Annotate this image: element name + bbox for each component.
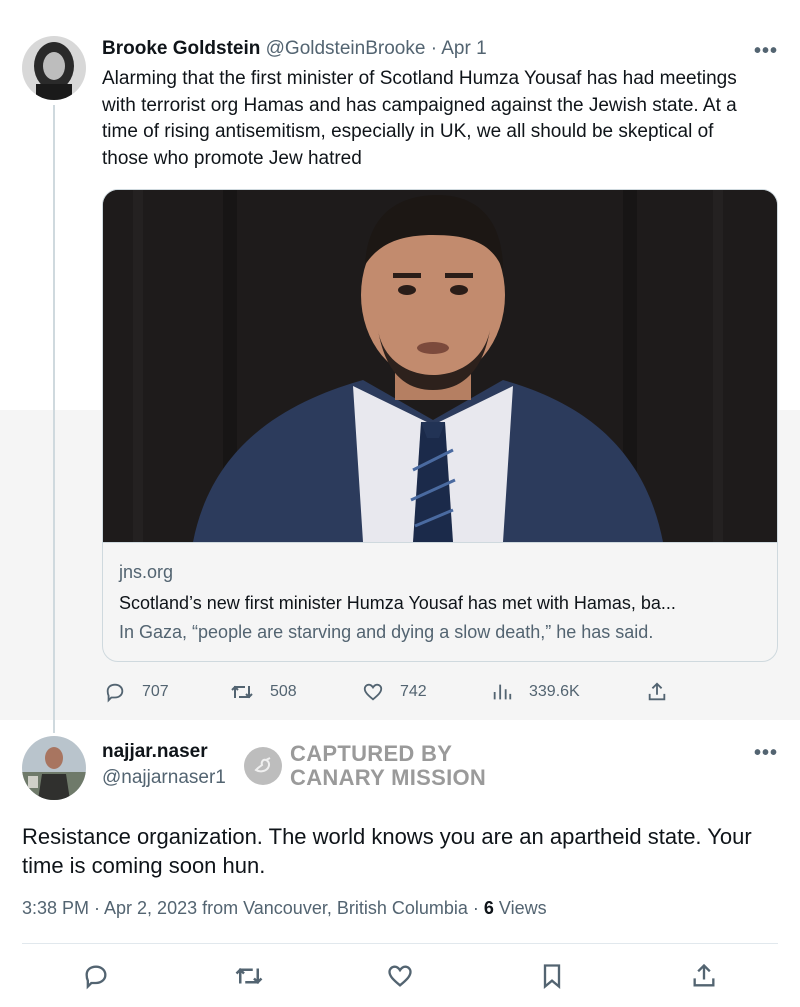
bookmark-icon [543, 964, 561, 989]
reply-button[interactable]: 707 [104, 678, 169, 706]
retweet-icon [235, 967, 263, 985]
share-icon [693, 963, 715, 987]
reply-views-count: 6 [483, 898, 494, 918]
card-title: Scotland’s new first minister Humza Yous… [119, 593, 676, 613]
card-image[interactable] [103, 190, 777, 542]
retweet-count: 508 [270, 683, 297, 700]
reply-reply-button[interactable] [82, 962, 110, 990]
reply-tweet-text: Resistance organization. The world knows… [22, 824, 752, 878]
divider [22, 943, 778, 944]
reply-views-label: Views [493, 898, 547, 918]
canary-bird-icon [244, 747, 282, 785]
reply-count: 707 [142, 683, 169, 700]
reply-bookmark-button[interactable] [538, 962, 566, 990]
reply-retweet-button[interactable] [234, 962, 263, 990]
card-meta: jns.org Scotland’s new first minister Hu… [103, 542, 777, 661]
views-count: 339.6K [529, 683, 580, 700]
reply-like-button[interactable] [386, 962, 414, 990]
more-options-icon[interactable]: ••• [754, 40, 778, 63]
reply-author-handle[interactable]: @najjarnaser1 [102, 767, 226, 789]
separator-dot: · [430, 38, 438, 59]
card-description: In Gaza, “people are starving and dying … [119, 622, 654, 642]
heart-icon [388, 965, 412, 987]
reply-more-options-icon[interactable]: ••• [754, 742, 778, 765]
avatar-najjar-naser[interactable] [22, 736, 86, 800]
reply-tweet-meta: 3:38 PM · Apr 2, 2023 from Vancouver, Br… [22, 898, 547, 919]
avatar-brooke-goldstein[interactable] [22, 36, 86, 100]
bar-chart-icon [493, 684, 512, 700]
reply-icon [85, 965, 107, 990]
heart-icon [363, 683, 383, 701]
card-domain: jns.org [119, 562, 174, 582]
share-button[interactable] [646, 678, 684, 706]
retweet-button[interactable]: 508 [230, 678, 297, 706]
canary-mission-watermark: CAPTURED BY CANARY MISSION [244, 742, 486, 790]
reply-share-button[interactable] [690, 962, 718, 990]
parent-tweet-header: Brooke Goldstein @GoldsteinBrooke · Apr … [102, 38, 487, 60]
retweet-icon [231, 685, 253, 699]
thread-connector-line [53, 105, 55, 733]
parent-tweet-text: Alarming that the first minister of Scot… [102, 68, 737, 169]
tweet-date[interactable]: Apr 1 [441, 38, 486, 59]
watermark-line1: CAPTURED BY [290, 741, 453, 766]
like-button[interactable]: 742 [362, 678, 427, 706]
reply-tweet-header: najjar.naser @najjarnaser1 [102, 741, 226, 789]
reply-timestamp[interactable]: 3:38 PM · Apr 2, 2023 from Vancouver, Br… [22, 898, 484, 918]
share-icon [648, 682, 666, 701]
reply-author-name[interactable]: najjar.naser [102, 741, 226, 763]
author-handle[interactable]: @GoldsteinBrooke [266, 38, 426, 59]
like-count: 742 [400, 683, 427, 700]
views-button[interactable]: 339.6K [491, 678, 580, 706]
author-name[interactable]: Brooke Goldstein [102, 38, 260, 59]
reply-icon [106, 683, 124, 703]
watermark-line2: CANARY MISSION [290, 765, 487, 790]
link-card[interactable]: jns.org Scotland’s new first minister Hu… [102, 189, 778, 662]
